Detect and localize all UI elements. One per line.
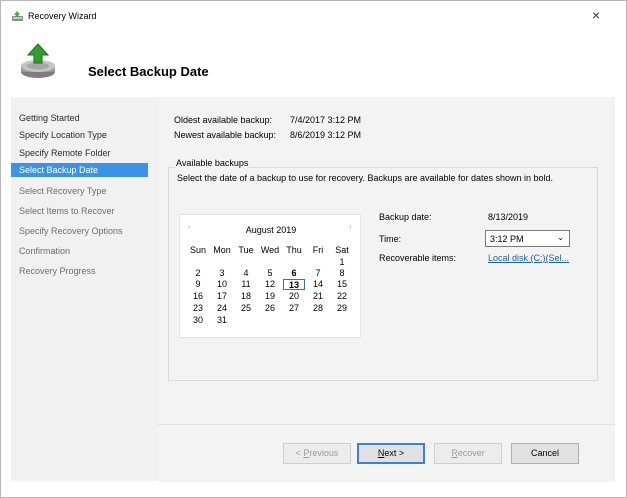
calendar-day[interactable]: 26 (259, 303, 281, 313)
calendar-month-title[interactable]: August 2019 (180, 225, 362, 235)
window-title: Recovery Wizard (28, 11, 97, 21)
calendar-day[interactable]: 13 (283, 279, 305, 290)
calendar-day[interactable]: 30 (187, 315, 209, 325)
wizard-header: Select Backup Date (2, 30, 625, 95)
weekday-header: Wed (260, 245, 280, 255)
backup-app-icon (12, 11, 23, 21)
weekday-header: Tue (238, 245, 254, 255)
calendar-day[interactable]: 31 (211, 315, 233, 325)
calendar-day[interactable]: 6 (283, 268, 305, 278)
backup-date-value: 8/13/2019 (488, 212, 529, 222)
calendar-day[interactable]: 11 (235, 279, 257, 289)
wizard-window: Recovery Wizard × Select Backup Date Get… (0, 0, 627, 498)
calendar-day[interactable]: 19 (259, 291, 281, 301)
calendar-day[interactable]: 12 (259, 279, 281, 289)
sidebar-item-recovery-progress[interactable]: Recovery Progress (19, 266, 96, 276)
recover-button-label: ecover (457, 448, 485, 458)
previous-button-label: revious (309, 448, 339, 458)
calendar-day[interactable]: 22 (331, 291, 353, 301)
next-month-icon[interactable]: › (349, 222, 352, 231)
sidebar-item-backup-date[interactable]: Select Backup Date (11, 163, 148, 177)
weekday-header: Fri (312, 245, 324, 255)
calendar-day[interactable]: 17 (211, 291, 233, 301)
next-button-label: ext > (384, 448, 405, 458)
cancel-button[interactable]: Cancel (511, 443, 579, 464)
recovery-drive-icon (21, 43, 55, 78)
calendar-day[interactable]: 18 (235, 291, 257, 301)
weekday-header: Thu (286, 245, 302, 255)
recoverable-items-label: Recoverable items: (379, 253, 457, 263)
calendar-day[interactable]: 7 (307, 268, 329, 278)
sidebar-item-confirmation[interactable]: Confirmation (19, 246, 70, 256)
calendar-day[interactable]: 24 (211, 303, 233, 313)
calendar-day[interactable]: 15 (331, 279, 353, 289)
calendar-day[interactable]: 29 (331, 303, 353, 313)
sidebar-item-location-type[interactable]: Specify Location Type (19, 130, 107, 140)
oldest-backup-value: 7/4/2017 3:12 PM (290, 115, 362, 125)
calendar-day[interactable]: 23 (187, 303, 209, 313)
sidebar-item-items-to-recover[interactable]: Select Items to Recover (19, 206, 115, 216)
sidebar-item-recovery-options[interactable]: Specify Recovery Options (19, 226, 123, 236)
newest-backup-label: Newest available backup: (174, 130, 277, 140)
available-backups-legend: Available backups (175, 158, 250, 168)
backup-date-label: Backup date: (379, 212, 432, 222)
time-label: Time: (379, 234, 402, 244)
chevron-down-icon: ⌄ (557, 233, 564, 242)
next-button[interactable]: Next > (357, 443, 425, 464)
calendar-day[interactable]: 8 (331, 268, 353, 278)
available-backups-description: Select the date of a backup to use for r… (177, 173, 554, 183)
calendar-day[interactable]: 16 (187, 291, 209, 301)
calendar-day[interactable]: 9 (187, 279, 209, 289)
calendar-day[interactable]: 5 (259, 268, 281, 278)
newest-backup-value: 8/6/2019 3:12 PM (290, 130, 362, 140)
calendar-day[interactable]: 20 (283, 291, 305, 301)
calendar-day[interactable]: 14 (307, 279, 329, 289)
backup-calendar[interactable]: ‹ August 2019 › Sun Mon Tue Wed Thu Fri Sat 1 2 3… (179, 214, 361, 338)
sidebar-item-getting-started[interactable]: Getting Started (19, 113, 80, 123)
time-select[interactable]: 3:12 PM ⌄ (485, 230, 570, 247)
recover-button[interactable]: Recover (434, 443, 502, 464)
calendar-day[interactable]: 4 (235, 268, 257, 278)
calendar-day[interactable]: 28 (307, 303, 329, 313)
weekday-header: Mon (213, 245, 231, 255)
calendar-day[interactable]: 21 (307, 291, 329, 301)
time-select-value: 3:12 PM (490, 234, 524, 244)
recoverable-items-link[interactable]: Local disk (C:)(Sel... (488, 253, 569, 263)
calendar-day[interactable]: 25 (235, 303, 257, 313)
previous-button[interactable]: < Previous (283, 443, 351, 464)
sidebar-item-remote-folder[interactable]: Specify Remote Folder (19, 148, 111, 158)
close-icon[interactable]: × (592, 7, 600, 23)
title-bar: Recovery Wizard × (2, 2, 625, 30)
calendar-day[interactable]: 2 (187, 268, 209, 278)
oldest-backup-label: Oldest available backup: (174, 115, 273, 125)
page-title: Select Backup Date (88, 64, 209, 79)
weekday-header: Sun (189, 245, 206, 255)
calendar-day[interactable]: 3 (211, 268, 233, 278)
calendar-day[interactable]: 10 (211, 279, 233, 289)
calendar-day[interactable]: 1 (331, 257, 353, 267)
weekday-header: Sat (335, 245, 349, 255)
sidebar-item-recovery-type[interactable]: Select Recovery Type (19, 186, 106, 196)
calendar-day[interactable]: 27 (283, 303, 305, 313)
